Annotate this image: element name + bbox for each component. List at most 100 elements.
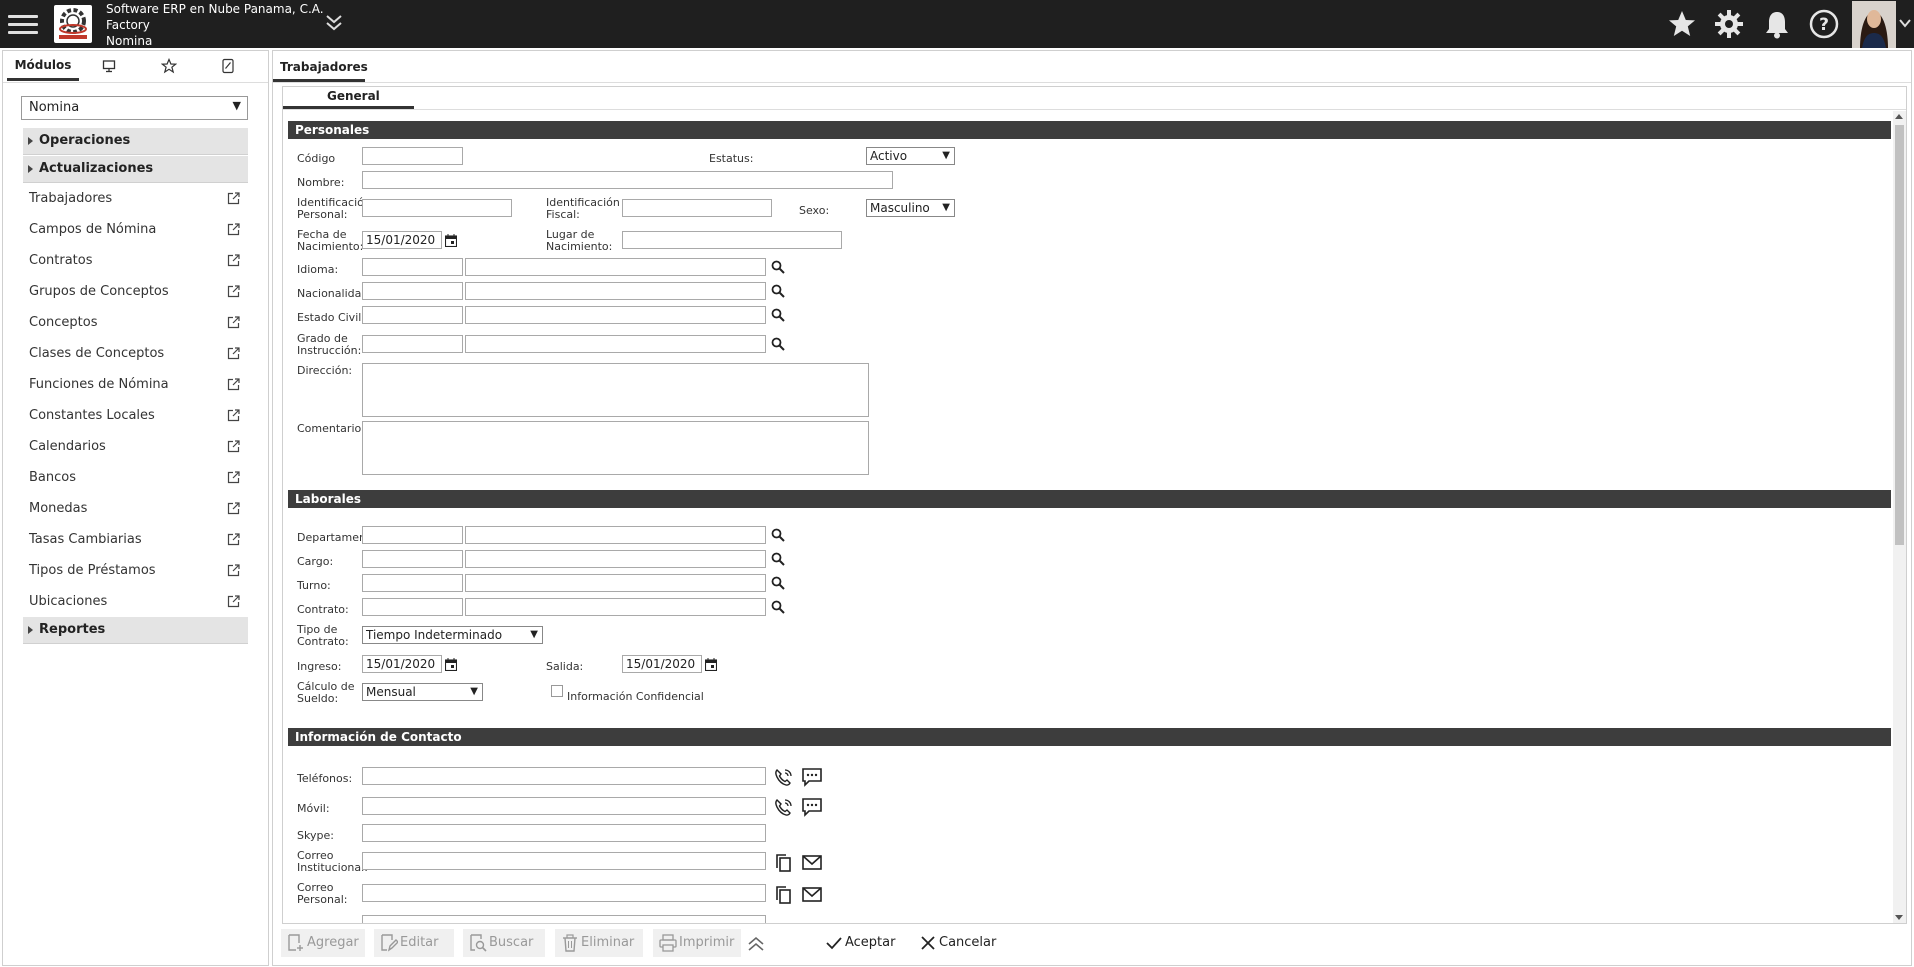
fecha-nacimiento-input[interactable]: 15/01/2020 bbox=[362, 231, 442, 249]
imprimir-button[interactable]: Imprimir bbox=[653, 929, 741, 957]
cargo-code-input[interactable] bbox=[362, 550, 463, 568]
chat-icon[interactable] bbox=[801, 797, 823, 817]
external-link-icon[interactable] bbox=[227, 440, 240, 453]
gear-icon[interactable] bbox=[1713, 8, 1745, 40]
sidebar-item-campos-de-nomina[interactable]: Campos de Nómina bbox=[29, 218, 244, 242]
eliminar-button[interactable]: Eliminar bbox=[555, 929, 643, 957]
sidebar-item-bancos[interactable]: Bancos bbox=[29, 466, 244, 490]
partial-input[interactable] bbox=[362, 915, 766, 923]
sidebar-item-calendarios[interactable]: Calendarios bbox=[29, 435, 244, 459]
correo-personal-input[interactable] bbox=[362, 884, 766, 902]
identificacion-personal-input[interactable] bbox=[362, 199, 512, 217]
aceptar-button[interactable]: Aceptar bbox=[819, 929, 901, 957]
double-chevron-up-icon[interactable] bbox=[747, 936, 765, 952]
sexo-select[interactable]: Masculino ▼ bbox=[866, 199, 955, 217]
movil-input[interactable] bbox=[362, 797, 766, 815]
search-icon[interactable] bbox=[771, 552, 785, 566]
skype-input[interactable] bbox=[362, 824, 766, 842]
sidebar-item-conceptos[interactable]: Conceptos bbox=[29, 311, 244, 335]
mail-icon[interactable] bbox=[801, 885, 823, 905]
editar-button[interactable]: Editar bbox=[374, 929, 454, 957]
tab-favorites[interactable] bbox=[157, 51, 181, 81]
copy-icon[interactable] bbox=[773, 853, 795, 873]
sidebar-item-monedas[interactable]: Monedas bbox=[29, 497, 244, 521]
mail-icon[interactable] bbox=[801, 853, 823, 873]
calculo-sueldo-select[interactable]: Mensual ▼ bbox=[362, 683, 483, 701]
external-link-icon[interactable] bbox=[227, 378, 240, 391]
turno-code-input[interactable] bbox=[362, 574, 463, 592]
search-icon[interactable] bbox=[771, 308, 785, 322]
codigo-input[interactable] bbox=[362, 147, 463, 165]
search-icon[interactable] bbox=[771, 600, 785, 614]
search-icon[interactable] bbox=[771, 260, 785, 274]
grado-instruccion-desc-input[interactable] bbox=[465, 335, 766, 353]
estado-civil-desc-input[interactable] bbox=[465, 306, 766, 324]
external-link-icon[interactable] bbox=[227, 409, 240, 422]
search-icon[interactable] bbox=[771, 576, 785, 590]
external-link-icon[interactable] bbox=[227, 595, 240, 608]
user-avatar[interactable] bbox=[1852, 1, 1896, 48]
external-link-icon[interactable] bbox=[227, 347, 240, 360]
tab-notes[interactable] bbox=[216, 51, 240, 81]
departamento-code-input[interactable] bbox=[362, 526, 463, 544]
group-operaciones[interactable]: Operaciones bbox=[23, 128, 248, 155]
external-link-icon[interactable] bbox=[227, 285, 240, 298]
correo-institucional-input[interactable] bbox=[362, 852, 766, 870]
vertical-scrollbar[interactable] bbox=[1893, 111, 1906, 923]
group-reportes[interactable]: Reportes bbox=[23, 617, 248, 644]
search-icon[interactable] bbox=[771, 284, 785, 298]
sidebar-item-constantes-locales[interactable]: Constantes Locales bbox=[29, 404, 244, 428]
identificacion-fiscal-input[interactable] bbox=[622, 199, 772, 217]
tab-desktop[interactable] bbox=[97, 51, 121, 81]
telefonos-input[interactable] bbox=[362, 767, 766, 785]
bell-icon[interactable] bbox=[1761, 8, 1793, 40]
star-icon[interactable] bbox=[1666, 8, 1698, 40]
chat-icon[interactable] bbox=[801, 767, 823, 787]
scroll-down-arrow[interactable] bbox=[1895, 915, 1903, 920]
scroll-thumb[interactable] bbox=[1895, 125, 1904, 545]
chevron-down-icon[interactable] bbox=[1898, 14, 1912, 34]
scroll-up-arrow[interactable] bbox=[1895, 114, 1903, 119]
nacionalidad-desc-input[interactable] bbox=[465, 282, 766, 300]
external-link-icon[interactable] bbox=[227, 192, 240, 205]
sidebar-item-clases-de-conceptos[interactable]: Clases de Conceptos bbox=[29, 342, 244, 366]
contrato-desc-input[interactable] bbox=[465, 598, 766, 616]
cancelar-button[interactable]: Cancelar bbox=[913, 929, 997, 957]
contrato-code-input[interactable] bbox=[362, 598, 463, 616]
external-link-icon[interactable] bbox=[227, 564, 240, 577]
sidebar-item-tipos-de-prestamos[interactable]: Tipos de Préstamos bbox=[29, 559, 244, 583]
calendar-icon[interactable] bbox=[445, 234, 457, 247]
external-link-icon[interactable] bbox=[227, 502, 240, 515]
module-select[interactable]: Nomina ▼ bbox=[21, 96, 248, 120]
copy-icon[interactable] bbox=[773, 885, 795, 905]
help-icon[interactable]: ? bbox=[1808, 8, 1840, 40]
salida-input[interactable]: 15/01/2020 bbox=[622, 655, 702, 673]
agregar-button[interactable]: Agregar bbox=[281, 929, 365, 957]
cargo-desc-input[interactable] bbox=[465, 550, 766, 568]
lugar-nacimiento-input[interactable] bbox=[622, 231, 842, 249]
sidebar-item-tasas-cambiarias[interactable]: Tasas Cambiarias bbox=[29, 528, 244, 552]
menu-icon[interactable] bbox=[6, 10, 40, 38]
double-chevron-down-icon[interactable] bbox=[324, 12, 344, 34]
idioma-desc-input[interactable] bbox=[465, 258, 766, 276]
tab-trabajadores[interactable]: Trabajadores bbox=[273, 56, 368, 82]
external-link-icon[interactable] bbox=[227, 533, 240, 546]
group-actualizaciones[interactable]: Actualizaciones bbox=[23, 156, 248, 183]
phone-call-icon[interactable] bbox=[773, 767, 795, 787]
ingreso-input[interactable]: 15/01/2020 bbox=[362, 655, 442, 673]
sidebar-item-trabajadores[interactable]: Trabajadores bbox=[29, 187, 244, 211]
tipo-contrato-select[interactable]: Tiempo Indeterminado ▼ bbox=[362, 626, 543, 644]
sidebar-item-grupos-de-conceptos[interactable]: Grupos de Conceptos bbox=[29, 280, 244, 304]
sidebar-item-ubicaciones[interactable]: Ubicaciones bbox=[29, 590, 244, 614]
external-link-icon[interactable] bbox=[227, 316, 240, 329]
estatus-select[interactable]: Activo ▼ bbox=[866, 147, 955, 165]
search-icon[interactable] bbox=[771, 528, 785, 542]
departamento-desc-input[interactable] bbox=[465, 526, 766, 544]
tab-modulos[interactable]: Módulos bbox=[7, 51, 79, 81]
external-link-icon[interactable] bbox=[227, 471, 240, 484]
external-link-icon[interactable] bbox=[227, 223, 240, 236]
confidencial-checkbox[interactable] bbox=[551, 685, 563, 697]
direccion-textarea[interactable] bbox=[362, 363, 869, 417]
nombre-input[interactable] bbox=[362, 171, 893, 189]
turno-desc-input[interactable] bbox=[465, 574, 766, 592]
